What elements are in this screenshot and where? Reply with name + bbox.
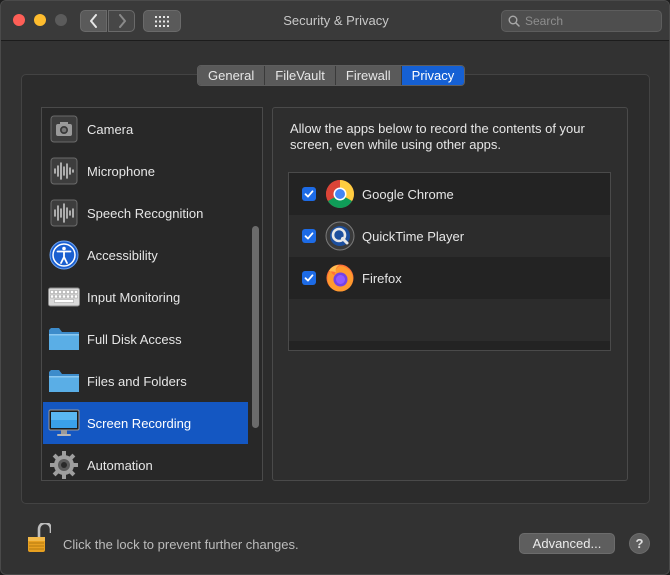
folder-icon	[47, 364, 81, 398]
scrollbar-thumb[interactable]	[252, 226, 259, 428]
sidebar-item-camera[interactable]: Camera	[43, 108, 248, 150]
chrome-icon	[325, 179, 355, 209]
sidebar-item-label: Accessibility	[87, 247, 158, 263]
sidebar-item-label: Files and Folders	[87, 373, 187, 389]
folder-icon	[47, 322, 81, 356]
quicktime-icon	[325, 221, 355, 251]
app-name: QuickTime Player	[362, 228, 465, 244]
search-field[interactable]	[501, 10, 662, 32]
app-name: Firefox	[362, 270, 402, 286]
app-checkbox[interactable]	[302, 229, 316, 243]
checkmark-icon	[304, 190, 314, 198]
camera-icon	[47, 112, 81, 146]
sidebar-item-automation[interactable]: Automation	[43, 444, 248, 480]
speech-recognition-icon	[47, 196, 81, 230]
advanced-button[interactable]: Advanced...	[519, 533, 615, 554]
tab-privacy[interactable]: Privacy	[401, 66, 465, 85]
sidebar-item-label: Full Disk Access	[87, 331, 182, 347]
keyboard-icon	[47, 280, 81, 314]
security-privacy-window: Security & Privacy General FileVault Fir…	[0, 0, 670, 575]
lock-status-text: Click the lock to prevent further change…	[63, 537, 299, 552]
list-scrollbar[interactable]	[250, 108, 262, 480]
sidebar-item-accessibility[interactable]: Accessibility	[43, 234, 248, 276]
sidebar-item-label: Microphone	[87, 163, 155, 179]
sidebar-item-files-and-folders[interactable]: Files and Folders	[43, 360, 248, 402]
sidebar-item-label: Camera	[87, 121, 134, 137]
lock-icon[interactable]	[27, 521, 53, 558]
sidebar-item-screen-recording[interactable]: Screen Recording	[43, 402, 248, 444]
app-list: Google Chrome QuickTime Player Firefox	[288, 172, 611, 351]
tab-firewall[interactable]: Firewall	[335, 66, 402, 85]
sidebar-item-label: Screen Recording	[87, 415, 192, 431]
sidebar-item-speech-recognition[interactable]: Speech Recognition	[43, 192, 248, 234]
app-row-google-chrome[interactable]: Google Chrome	[289, 173, 610, 215]
sidebar-item-label: Speech Recognition	[87, 205, 204, 221]
tab-general[interactable]: General	[198, 66, 266, 85]
firefox-icon	[325, 263, 355, 293]
app-row-empty	[289, 299, 610, 341]
microphone-icon	[47, 154, 81, 188]
app-row-quicktime-player[interactable]: QuickTime Player	[289, 215, 610, 257]
privacy-category-list: Camera Microphone Speech Recognition Acc…	[41, 107, 263, 481]
title-bar: Security & Privacy	[1, 1, 669, 41]
help-button[interactable]: ?	[629, 533, 650, 554]
screen-recording-description: Allow the apps below to record the conte…	[290, 121, 585, 152]
checkmark-icon	[304, 274, 314, 282]
tab-filevault[interactable]: FileVault	[265, 66, 336, 85]
app-checkbox[interactable]	[302, 271, 316, 285]
search-input[interactable]	[525, 14, 655, 28]
sidebar-item-label: Input Monitoring	[87, 289, 181, 305]
checkmark-icon	[304, 232, 314, 240]
gear-icon	[47, 448, 81, 480]
search-icon	[508, 15, 520, 27]
app-name: Google Chrome	[362, 186, 454, 202]
accessibility-icon	[47, 238, 81, 272]
tab-bar: General FileVault Firewall Privacy	[197, 65, 466, 86]
display-icon	[47, 406, 81, 440]
sidebar-item-full-disk-access[interactable]: Full Disk Access	[43, 318, 248, 360]
sidebar-item-input-monitoring[interactable]: Input Monitoring	[43, 276, 248, 318]
sidebar-item-microphone[interactable]: Microphone	[43, 150, 248, 192]
sidebar-item-label: Automation	[87, 457, 153, 473]
app-row-firefox[interactable]: Firefox	[289, 257, 610, 299]
app-checkbox[interactable]	[302, 187, 316, 201]
